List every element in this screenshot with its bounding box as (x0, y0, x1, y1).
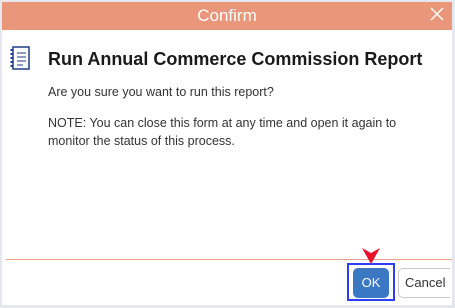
close-icon[interactable] (428, 5, 446, 23)
ok-button[interactable]: OK (353, 268, 389, 298)
report-heading: Run Annual Commerce Commission Report (48, 49, 423, 69)
dialog-titlebar: Confirm (2, 2, 452, 30)
confirm-question: Are you sure you want to run this report… (48, 85, 274, 99)
pointer-arrow-icon (362, 248, 380, 264)
confirm-dialog: Confirm Run Annual Commerce Commission R… (2, 2, 452, 305)
document-icon (10, 46, 30, 70)
dialog-title: Confirm (197, 6, 257, 25)
cancel-button[interactable]: Cancel (398, 268, 450, 298)
note-text: NOTE: You can close this form at any tim… (48, 116, 397, 148)
